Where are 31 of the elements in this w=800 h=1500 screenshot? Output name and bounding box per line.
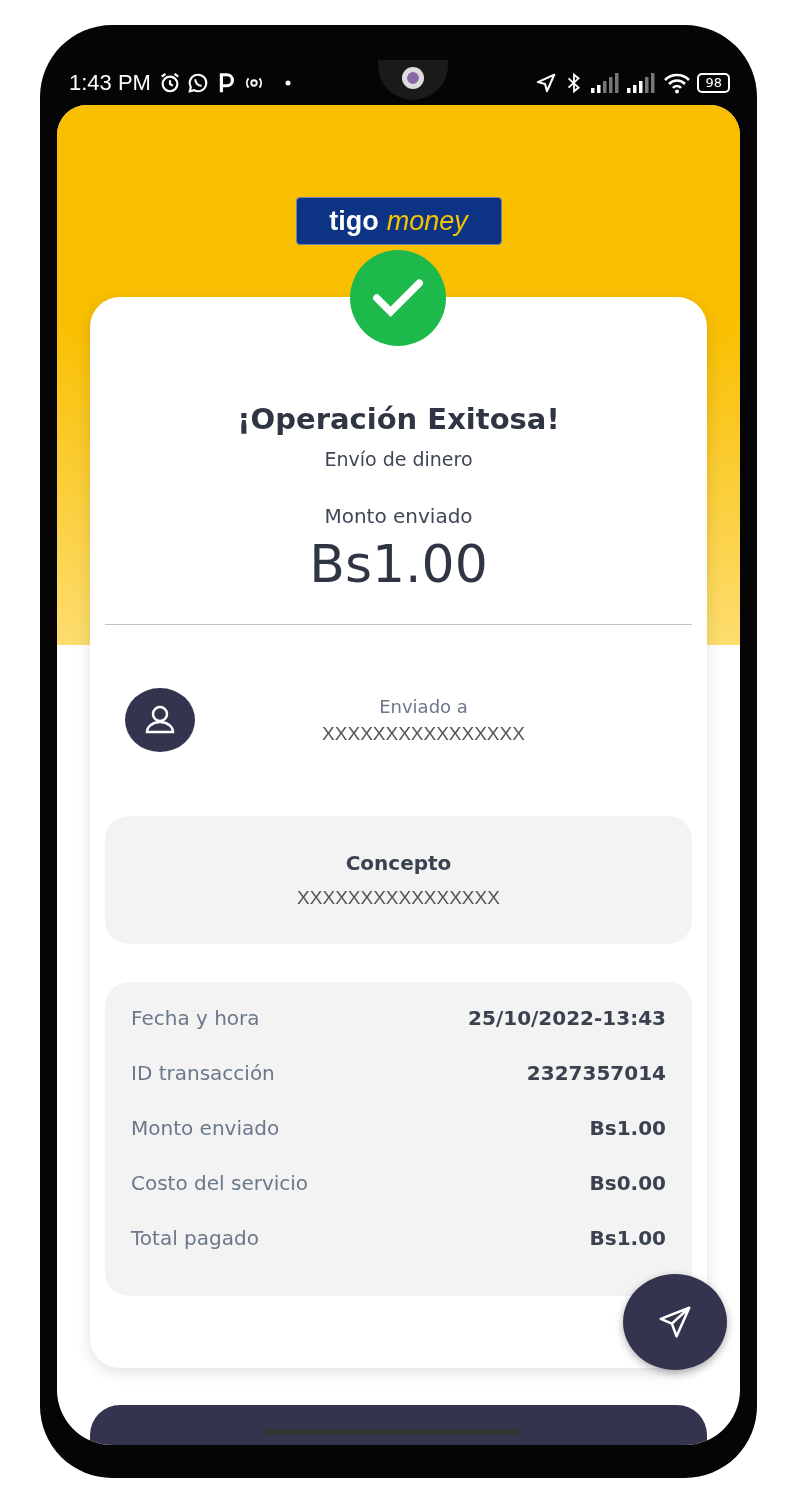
user-avatar-icon [125,688,195,752]
signal-icon [627,72,658,93]
camera-icon [402,66,425,89]
detail-value: Bs0.00 [589,1170,666,1195]
detail-label: ID transacción [131,1060,275,1085]
detail-label: Monto enviado [131,1115,280,1140]
detail-value: 2327357014 [526,1060,666,1085]
wifi-icon [663,71,692,94]
status-time: 1:43 PM [69,69,151,96]
chat-icon [186,71,209,94]
detail-label: Fecha y hora [131,1005,260,1030]
recipient-value: XXXXXXXXXXXXXXXX [322,722,525,745]
recipient-label: Enviado a [379,695,468,717]
operation-type: Envío de dinero [324,448,473,470]
battery-indicator: 98 [697,72,730,93]
dot-icon [284,79,291,86]
location-icon [535,71,558,94]
concept-label: Concepto [345,851,452,875]
detail-value: Bs1.00 [589,1225,666,1250]
alarm-icon [158,71,181,94]
detail-value: 25/10/2022-13:43 [468,1005,666,1030]
detail-label: Costo del servicio [131,1170,309,1195]
logo: tigo money [295,197,502,245]
amount-label: Monto enviado [324,504,473,528]
detail-value: Bs1.00 [589,1115,666,1140]
detail-label: Total pagado [131,1225,259,1250]
signal-icon [591,72,622,93]
amount-value: Bs1.00 [309,534,488,594]
concept-value: XXXXXXXXXXXXXXXX [297,887,500,909]
success-title: ¡Operación Exitosa! [237,402,560,436]
share-button[interactable] [623,1274,727,1370]
